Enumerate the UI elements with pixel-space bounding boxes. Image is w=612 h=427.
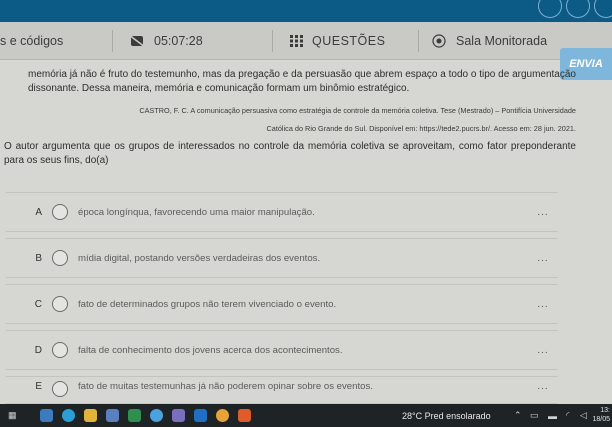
volume-icon[interactable]: ◁ (580, 404, 587, 427)
timer: 05:07:28 (128, 22, 203, 60)
clock-time: 13: (600, 407, 610, 414)
taskbar: ▦ 28°C Pred ensolarado ⌃ ▭ ▬ ◜ ◁ 13: 18/… (0, 404, 612, 427)
browser-top-strip (0, 0, 612, 22)
weather-text: 28°C Pred ensolarado (402, 410, 491, 421)
display-icon[interactable]: ▭ (530, 404, 539, 427)
option-radio[interactable] (52, 381, 68, 397)
question-stem: O autor argumenta que os grupos de inter… (4, 141, 576, 166)
exam-toolbar: s e códigos 05:07:28 QUESTÕES Sala Monit… (0, 22, 612, 80)
app-icon[interactable] (238, 409, 251, 422)
questions-menu[interactable]: QUESTÕES (290, 22, 385, 60)
option-e[interactable]: E fato de muitas testemunhas já não pode… (6, 376, 558, 404)
option-radio[interactable] (52, 342, 68, 358)
battery-icon[interactable]: ▬ (548, 404, 557, 427)
chevron-up-icon[interactable]: ⌃ (514, 404, 522, 427)
wifi-icon[interactable]: ◜ (566, 404, 570, 427)
stopwatch-off-icon (128, 34, 146, 48)
citation-line-1: CASTRO, F. C. A comunicação persuasiva c… (139, 106, 576, 115)
store-icon[interactable] (106, 409, 119, 422)
timer-value: 05:07:28 (154, 34, 203, 48)
grid-icon (290, 35, 303, 47)
option-letter: C (34, 298, 42, 310)
app-icon[interactable] (172, 409, 185, 422)
option-text: mídia digital, postando versões verdadei… (78, 252, 321, 264)
passage-text: memória já não é fruto do testemunho, ma… (28, 69, 576, 94)
calendar-icon[interactable] (128, 409, 141, 422)
more-options-icon[interactable]: ... (528, 299, 558, 310)
system-clock[interactable]: 13: 18/05 (592, 406, 610, 424)
circle-decoration (538, 0, 562, 18)
divider (272, 30, 273, 52)
task-view-icon[interactable]: ▦ (8, 404, 17, 427)
option-text: falta de conhecimento dos jovens acerca … (78, 344, 343, 356)
weather-widget[interactable]: 28°C Pred ensolarado (402, 404, 491, 427)
citation-line-2: Católica do Rio Grande do Sul. Disponíve… (266, 124, 576, 133)
option-radio[interactable] (52, 204, 68, 220)
option-radio[interactable] (52, 250, 68, 266)
camera-icon (432, 34, 446, 48)
room-label: Sala Monitorada (456, 34, 548, 48)
divider (112, 30, 113, 52)
option-text: fato de determinados grupos não terem vi… (78, 298, 337, 310)
option-text: fato de muitas testemunhas já não podere… (78, 381, 373, 392)
divider (418, 30, 419, 52)
more-options-icon[interactable]: ... (528, 381, 558, 392)
clock-date: 18/05 (592, 416, 610, 423)
edge-icon[interactable] (62, 409, 75, 422)
option-letter: A (35, 206, 42, 218)
circle-decoration (566, 0, 590, 18)
monitored-room[interactable]: Sala Monitorada (432, 22, 547, 60)
chrome-icon[interactable] (216, 409, 229, 422)
tab-codes-label: s e códigos (0, 34, 64, 48)
option-a[interactable]: A época longínqua, favorecendo uma maior… (6, 192, 558, 232)
option-letter: B (35, 252, 42, 264)
option-text: época longínqua, favorecendo uma maior m… (78, 206, 315, 218)
more-options-icon[interactable]: ... (528, 207, 558, 218)
option-letter: D (34, 344, 42, 356)
option-letter: E (35, 381, 42, 392)
app-icon[interactable] (150, 409, 163, 422)
option-radio[interactable] (52, 296, 68, 312)
tab-codes[interactable]: s e códigos (0, 22, 63, 60)
option-c[interactable]: C fato de determinados grupos não terem … (6, 284, 558, 324)
more-options-icon[interactable]: ... (528, 345, 558, 356)
app-icon[interactable] (40, 409, 53, 422)
word-icon[interactable] (194, 409, 207, 422)
questions-label: QUESTÕES (312, 34, 386, 48)
more-options-icon[interactable]: ... (528, 253, 558, 264)
circle-decoration (594, 0, 612, 18)
option-b[interactable]: B mídia digital, postando versões verdad… (6, 238, 558, 278)
file-explorer-icon[interactable] (84, 409, 97, 422)
option-d[interactable]: D falta de conhecimento dos jovens acerc… (6, 330, 558, 370)
